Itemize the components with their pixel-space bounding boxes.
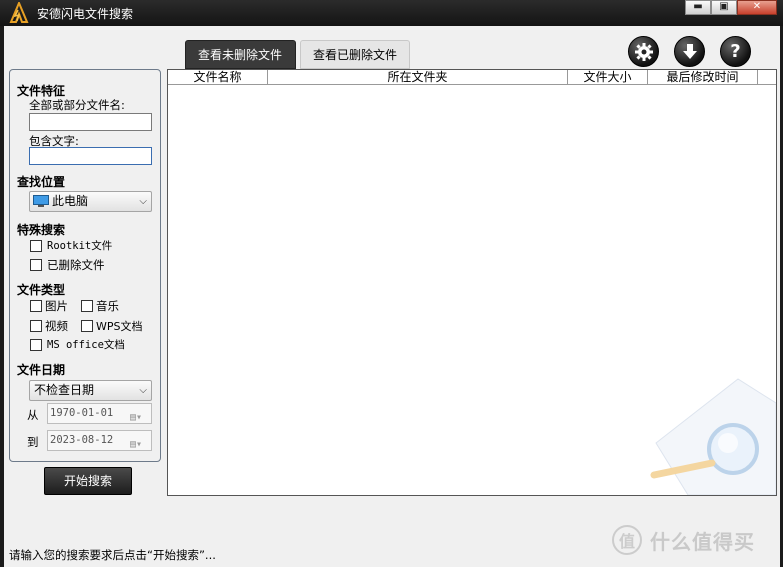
filename-input[interactable]	[29, 113, 152, 131]
help-question-icon: ?	[730, 41, 741, 62]
brand-watermark: 值 什么值得买	[612, 523, 777, 557]
brand-text: 什么值得买	[650, 529, 755, 554]
close-button[interactable]: ✕	[737, 0, 777, 15]
file-date-section-title: 文件日期	[17, 363, 66, 377]
to-date-field[interactable]: 2023-08-12 ▤▾	[47, 430, 152, 451]
results-list[interactable]: 文件名称 所在文件夹 文件大小 最后修改时间	[167, 69, 777, 496]
video-checkbox[interactable]	[30, 320, 42, 332]
filename-label: 全部或部分文件名:	[29, 98, 125, 112]
search-criteria-panel: 文件特征 全部或部分文件名: 包含文字: 查找位置 此电脑 ⌵ 特殊搜索 Roo…	[9, 69, 161, 462]
image-label: 图片	[45, 299, 68, 313]
deleted-files-checkbox[interactable]	[30, 259, 42, 271]
column-header-modified[interactable]: 最后修改时间	[648, 70, 758, 85]
ms-office-label: MS office文档	[47, 339, 125, 351]
start-search-button[interactable]: 开始搜索	[44, 467, 132, 495]
deleted-files-label: 已删除文件	[47, 258, 105, 272]
chevron-down-icon: ⌵	[139, 385, 147, 396]
magnifier-watermark-icon	[650, 378, 776, 495]
location-value: 此电脑	[52, 194, 89, 208]
date-mode-select[interactable]: 不检查日期 ⌵	[29, 380, 152, 401]
special-search-section-title: 特殊搜索	[17, 223, 66, 237]
ms-office-checkbox[interactable]	[30, 339, 42, 351]
results-header: 文件名称 所在文件夹 文件大小 最后修改时间	[168, 70, 776, 85]
tab-deleted-files[interactable]: 查看已删除文件	[300, 40, 410, 69]
from-date-value: 1970-01-01	[50, 407, 114, 419]
status-text: 请输入您的搜索要求后点击“开始搜索”...	[9, 548, 216, 562]
settings-button[interactable]	[628, 36, 659, 67]
wps-checkbox[interactable]	[81, 320, 93, 332]
chevron-down-icon: ⌵	[139, 196, 147, 207]
video-label: 视频	[45, 319, 68, 333]
location-select[interactable]: 此电脑 ⌵	[29, 191, 152, 212]
wps-label: WPS文档	[96, 320, 143, 333]
date-mode-value: 不检查日期	[34, 383, 95, 397]
image-checkbox[interactable]	[30, 300, 42, 312]
music-checkbox[interactable]	[81, 300, 93, 312]
maximize-button[interactable]: ▣	[711, 0, 737, 15]
calendar-dropdown-icon[interactable]: ▤▾	[130, 435, 146, 450]
lightning-logo-icon	[9, 2, 29, 23]
column-header-size[interactable]: 文件大小	[568, 70, 648, 85]
minimize-button[interactable]: ▬	[685, 0, 711, 15]
window-title: 安德闪电文件搜索	[37, 7, 134, 21]
calendar-dropdown-icon[interactable]: ▤▾	[130, 408, 146, 423]
tab-undeleted-files[interactable]: 查看未删除文件	[185, 40, 296, 69]
from-label: 从	[27, 408, 39, 422]
to-label: 到	[27, 435, 39, 449]
computer-icon	[33, 195, 49, 207]
from-date-field[interactable]: 1970-01-01 ▤▾	[47, 403, 152, 424]
download-arrow-icon	[682, 43, 697, 59]
window-frame-left	[0, 26, 4, 567]
brand-logo-icon: 值	[612, 525, 642, 555]
to-date-value: 2023-08-12	[50, 434, 114, 446]
contains-text-input[interactable]	[29, 147, 152, 165]
music-label: 音乐	[96, 299, 119, 313]
column-header-filename[interactable]: 文件名称	[168, 70, 268, 85]
rootkit-checkbox[interactable]	[30, 240, 42, 252]
help-button[interactable]: ?	[720, 36, 751, 67]
title-bar: 安德闪电文件搜索 ▬ ▣ ✕	[0, 0, 783, 26]
file-type-section-title: 文件类型	[17, 283, 66, 297]
location-section-title: 查找位置	[17, 175, 66, 189]
gear-icon	[634, 42, 653, 61]
column-header-folder[interactable]: 所在文件夹	[268, 70, 568, 85]
download-button[interactable]	[674, 36, 705, 67]
rootkit-label: Rootkit文件	[47, 240, 113, 252]
